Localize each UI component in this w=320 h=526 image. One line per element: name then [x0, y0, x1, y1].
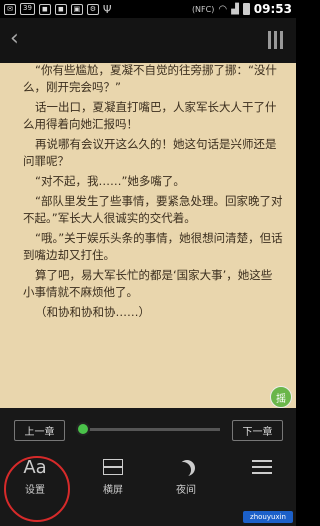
signal-badge: 39: [20, 3, 35, 15]
message-icon: ✉: [4, 3, 16, 15]
usb-icon: Ψ: [102, 2, 112, 16]
tab-settings[interactable]: Aa 设置: [5, 453, 65, 513]
settings-icon: ⚙: [86, 3, 99, 15]
app-icon: ◼: [38, 3, 51, 15]
app-icon-2: ◼: [54, 3, 67, 15]
prev-chapter-button[interactable]: 上一章: [14, 420, 65, 441]
signal-bars-icon: ▟: [231, 3, 239, 15]
paragraph: “你有些尴尬，夏凝不自觉的往旁挪了挪：“没什么，刚开完会吗？”: [23, 63, 277, 94]
tab-night[interactable]: 夜间: [156, 453, 216, 513]
clock: 09:53: [253, 2, 292, 16]
paragraph: （和协和协和协……）: [35, 305, 150, 319]
status-bar: ✉ 39 ◼ ◼ ▣ ⚙ Ψ (NFC) ◠ ▟ 09:53: [0, 0, 296, 18]
paragraph: “部队里发生了些事情，要紧急处理。回家晚了对不起。”军长大人很诚实的交代着。: [23, 194, 283, 225]
bookshelf-icon[interactable]: [268, 31, 284, 49]
next-chapter-button[interactable]: 下一章: [232, 420, 283, 441]
watermark-logo: zhouyuxin: [243, 511, 293, 523]
tab-more[interactable]: [232, 453, 292, 513]
tab-label: 设置: [25, 485, 45, 496]
nfc-label: (NFC): [191, 4, 215, 14]
more-icon: [252, 453, 272, 481]
paragraph: 算了吧，易大军长忙的都是‘国家大事’，她这些小事情就不麻烦他了。: [23, 268, 273, 299]
chapter-text: “你有些尴尬，夏凝不自觉的往旁挪了挪：“没什么，刚开完会吗？” 话一出口，夏凝直…: [23, 62, 283, 324]
back-icon[interactable]: ‹: [10, 28, 19, 50]
shake-button[interactable]: 摇: [270, 386, 292, 408]
reader-toolbar: ‹: [0, 18, 296, 63]
paragraph: “对不起，我……”她多嘴了。: [35, 174, 185, 188]
font-icon: Aa: [23, 456, 47, 478]
layout-icon: [103, 453, 123, 481]
tab-landscape[interactable]: 横屏: [83, 453, 143, 513]
wifi-icon: ◠: [218, 3, 228, 15]
tab-label: 横屏: [103, 485, 123, 496]
battery-icon: [242, 3, 250, 15]
paragraph: 再说哪有会议开这么久的！她这句话是兴师还是问罪呢？: [23, 137, 277, 168]
moon-icon: [178, 453, 194, 481]
tab-label: 夜间: [176, 485, 196, 496]
progress-track[interactable]: [82, 428, 220, 431]
image-icon: ▣: [70, 3, 83, 15]
paragraph: 话一出口，夏凝直打嘴巴，人家军长大人干了什么用得着向她汇报吗！: [23, 100, 277, 131]
progress-thumb[interactable]: [76, 422, 90, 436]
paragraph: “哦。”关于娱乐头条的事情，她很想问清楚，但话到嘴边却又打住。: [23, 231, 283, 262]
